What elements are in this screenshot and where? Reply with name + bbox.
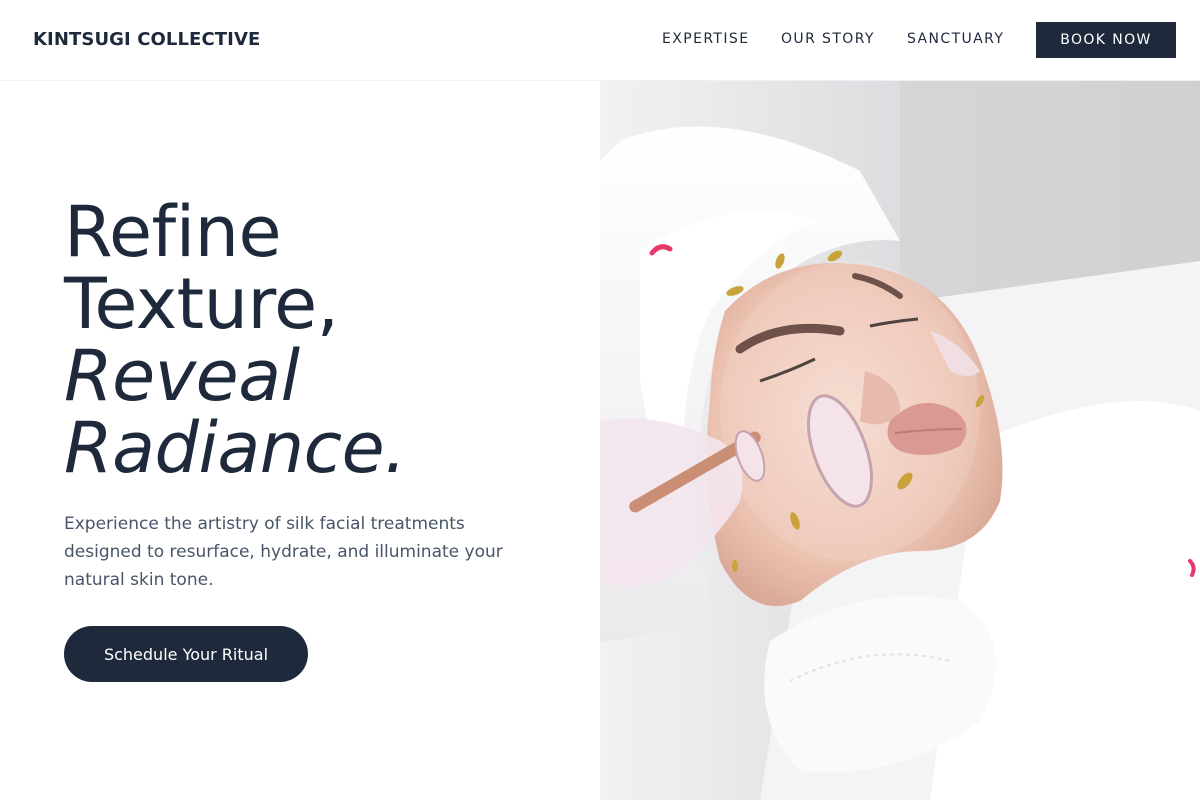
top-nav: KINTSUGI COLLECTIVE EXPERTISE OUR STORY … bbox=[0, 0, 1200, 81]
schedule-ritual-button[interactable]: Schedule Your Ritual bbox=[64, 626, 308, 682]
headline-line-3: Reveal bbox=[64, 335, 300, 417]
hero-headline: Refine Texture, Reveal Radiance. bbox=[64, 196, 584, 484]
headline-line-2: Texture, bbox=[64, 263, 339, 345]
headline-line-1: Refine bbox=[64, 191, 282, 273]
hero-facial-photo bbox=[600, 81, 1200, 800]
headline-line-4: Radiance. bbox=[64, 407, 406, 489]
hero-subcopy: Experience the artistry of silk facial t… bbox=[64, 514, 503, 590]
book-now-button[interactable]: BOOK NOW bbox=[1036, 22, 1176, 58]
nav-link-expertise[interactable]: EXPERTISE bbox=[662, 31, 749, 47]
nav-link-our-story[interactable]: OUR STORY bbox=[781, 31, 875, 47]
nav-link-sanctuary[interactable]: SANCTUARY bbox=[907, 31, 1004, 47]
brand-logo[interactable]: KINTSUGI COLLECTIVE bbox=[33, 29, 260, 50]
